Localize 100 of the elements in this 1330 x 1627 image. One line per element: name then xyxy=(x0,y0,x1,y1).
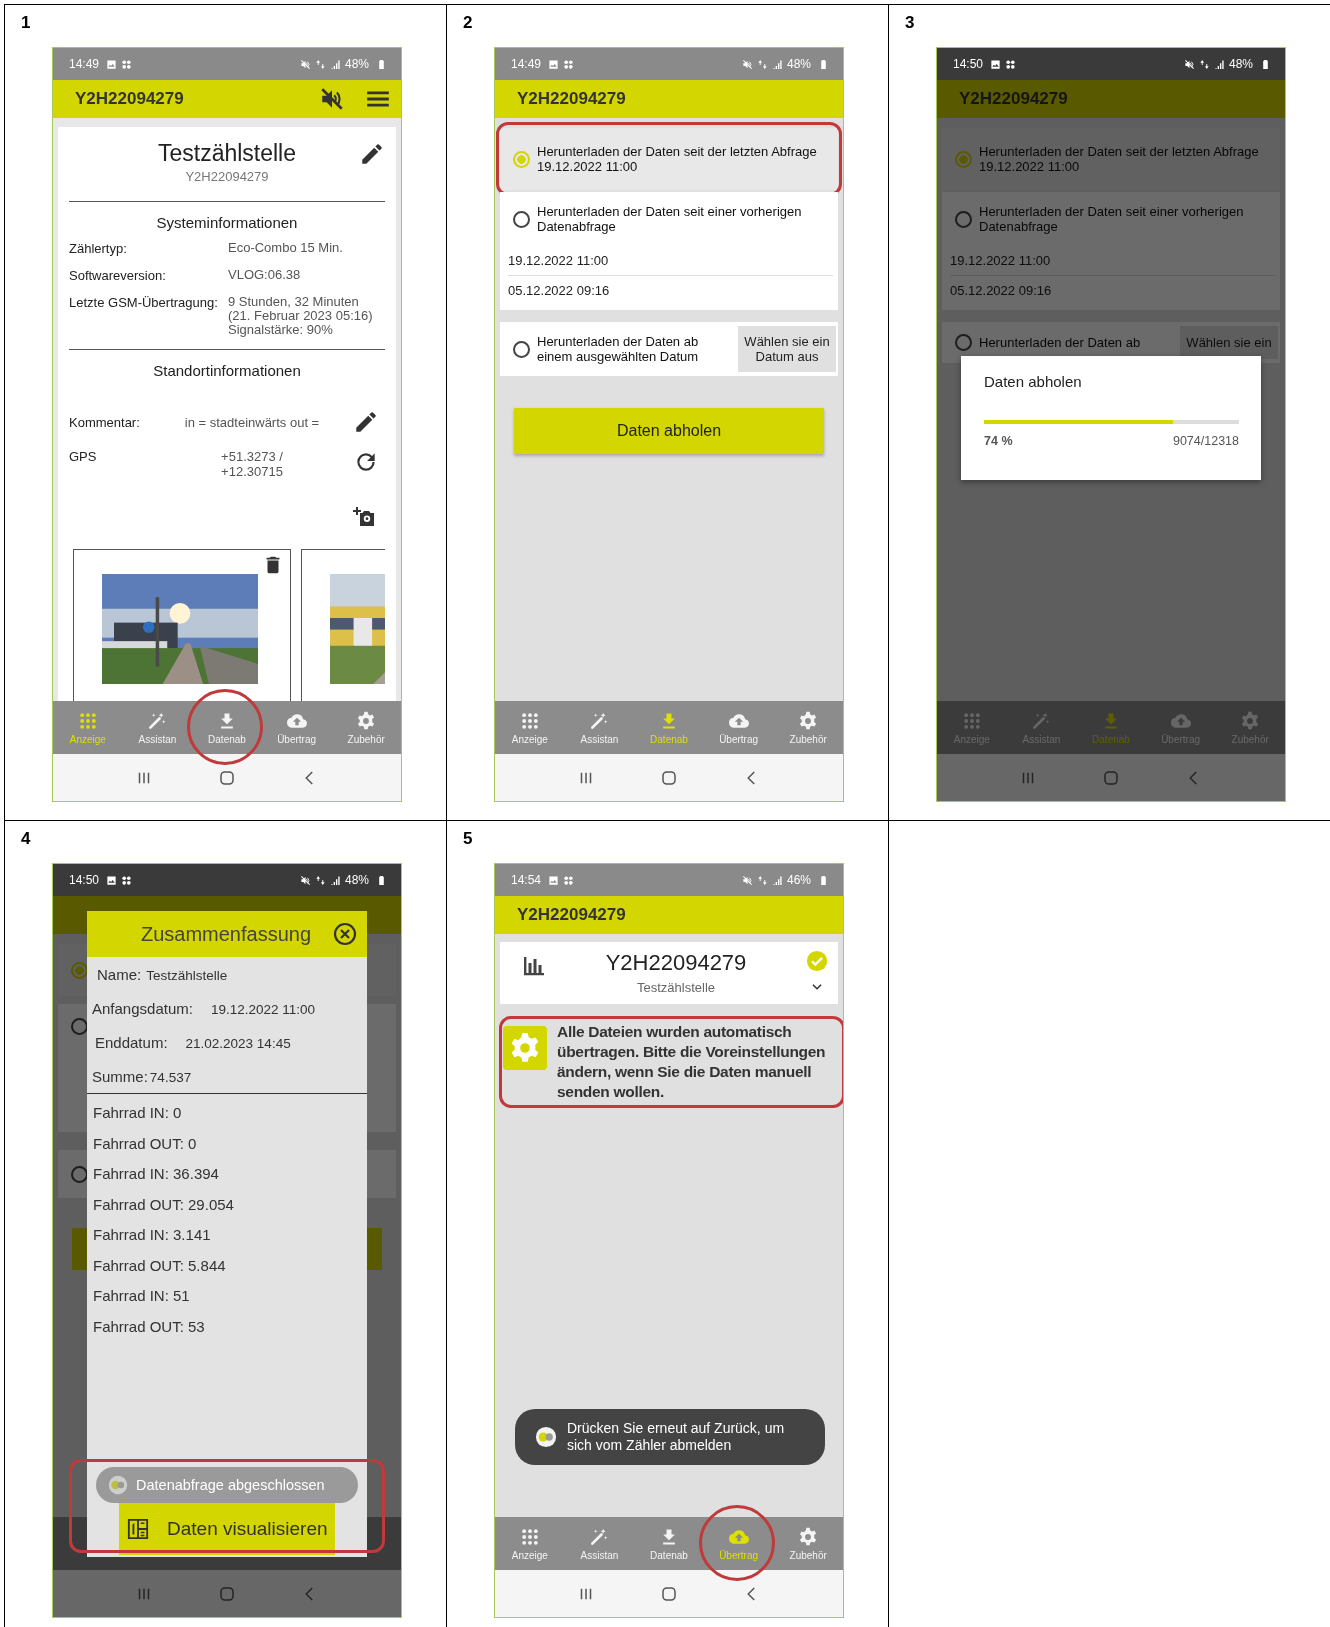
field-value: 19.12.2022 11:00 xyxy=(210,1002,315,1017)
nav-tab[interactable]: Zubehör xyxy=(331,701,401,754)
app-logo-icon xyxy=(108,1475,128,1495)
gear-icon xyxy=(503,1026,547,1070)
nav-tab[interactable]: Zubehör xyxy=(773,701,843,754)
mute-icon xyxy=(299,58,311,70)
battery-percent: 48% xyxy=(786,57,811,71)
option-label: Herunterladen der Daten seit der letzten Abfrage xyxy=(979,144,1260,159)
battery-icon xyxy=(376,58,387,70)
date-list-item[interactable]: 05.12.2022 09:16 xyxy=(950,276,1275,310)
nav-tab[interactable]: Übertrag xyxy=(703,1517,774,1570)
visualize-data-button[interactable]: Daten visualisieren xyxy=(119,1503,335,1555)
date-picker-button[interactable]: Wählen sie ein Datum aus xyxy=(738,326,836,372)
mute-icon xyxy=(741,58,753,70)
home-icon[interactable] xyxy=(218,1584,236,1603)
dialog-title: Zusammenfassung xyxy=(140,922,311,946)
magic-wand-icon xyxy=(1031,710,1052,731)
info-value: Eco-Combo 15 Min. xyxy=(228,241,344,256)
option-date: 19.12.2022 11:00 xyxy=(537,159,639,174)
app-title: Y2H22094279 xyxy=(959,89,1068,109)
gps-value: +51.3273 / +12.30715 xyxy=(221,449,283,479)
nav-tab[interactable]: Datenab xyxy=(1076,701,1146,754)
section-title: Standortinformationen xyxy=(152,362,302,379)
count-item: Fahrrad OUT: 29.054 xyxy=(93,1194,235,1215)
nav-tab[interactable]: Datenab xyxy=(634,1517,704,1570)
number-grid-icon xyxy=(127,1518,149,1540)
home-icon[interactable] xyxy=(218,768,236,787)
nav-tab[interactable]: Datenab xyxy=(634,701,704,754)
nav-tab[interactable]: Zubehör xyxy=(773,1517,843,1570)
mute-icon[interactable] xyxy=(319,86,345,112)
nav-tab[interactable]: Datenab xyxy=(192,701,262,754)
battery-percent: 46% xyxy=(786,873,811,887)
info-value: VLOG:06.38 xyxy=(228,268,302,283)
device-id: Y2H22094279 xyxy=(184,169,270,184)
status-time: 14:49 xyxy=(511,57,542,71)
mute-icon xyxy=(299,874,311,886)
dialog-title: Daten abholen xyxy=(984,373,1083,390)
home-icon[interactable] xyxy=(660,1584,678,1603)
option-label: Herunterladen der Daten ab einem ausgewählten Datum xyxy=(537,334,700,364)
app-dots-icon xyxy=(563,874,575,886)
option-label: Herunterladen der Daten seit der letzten Abfrage xyxy=(537,144,818,159)
radio-button[interactable] xyxy=(955,210,972,228)
field-value: 21.02.2023 14:45 xyxy=(185,1036,291,1051)
status-time: 14:50 xyxy=(69,873,100,887)
device-title: Testzählstelle xyxy=(156,139,298,167)
nav-tab[interactable]: Assistan xyxy=(564,701,635,754)
mute-icon xyxy=(1183,58,1195,70)
count-item: Fahrrad IN: 3.141 xyxy=(93,1225,212,1245)
toast-message: Datenabfrage abgeschlossen xyxy=(136,1477,325,1493)
battery-icon xyxy=(818,58,829,70)
dot-grid-icon xyxy=(519,1526,540,1547)
section-title: Systeminformationen xyxy=(155,214,299,231)
comment-text: in = stadteinwärts out = xyxy=(184,414,320,430)
nav-tab[interactable]: Übertrag xyxy=(261,701,332,754)
nav-tab[interactable]: Übertrag xyxy=(703,701,774,754)
option-label: Herunterladen der Daten seit einer vorherigen Datenabfrage xyxy=(537,204,803,234)
mobile-data-icon xyxy=(756,58,768,70)
nav-tab[interactable]: Anzeige xyxy=(495,1517,565,1570)
count-item: Fahrrad IN: 0 xyxy=(93,1103,183,1123)
app-dots-icon xyxy=(563,58,575,70)
date-list-item[interactable]: 05.12.2022 09:16 xyxy=(508,276,833,310)
radio-button[interactable] xyxy=(513,340,530,358)
dot-grid-icon xyxy=(961,710,982,731)
nav-tab[interactable]: Anzeige xyxy=(495,701,565,754)
home-icon[interactable] xyxy=(1102,768,1120,787)
magic-wand-icon xyxy=(589,1526,610,1547)
fetch-data-button[interactable]: Daten abholen xyxy=(514,408,824,454)
date-picker-button[interactable]: Wählen sie ein xyxy=(1180,326,1278,359)
add-photo-icon[interactable] xyxy=(353,505,377,529)
count-item: Fahrrad OUT: 53 xyxy=(93,1316,206,1337)
field-label: Name: xyxy=(97,966,142,983)
info-message: Alle Dateien wurden automatisch übertragen. Bitte die Voreinstellungen ändern, wenn Sie die Daten manuell senden wollen. xyxy=(557,1022,827,1102)
field-label: Anfangsdatum: xyxy=(92,1000,193,1017)
signal-icon xyxy=(771,58,783,70)
close-icon[interactable] xyxy=(333,922,357,946)
home-icon[interactable] xyxy=(660,768,678,787)
app-title: Y2H22094279 xyxy=(517,905,626,925)
status-time: 14:50 xyxy=(953,57,984,71)
count-item: Fahrrad IN: 36.394 xyxy=(93,1164,220,1184)
field-label: Summe: xyxy=(92,1068,148,1085)
date-list-item[interactable]: 19.12.2022 11:00 xyxy=(950,246,1275,276)
radio-button[interactable] xyxy=(955,334,972,351)
nav-tab[interactable]: Assistan xyxy=(564,1517,635,1570)
bar-chart-icon[interactable] xyxy=(522,954,546,978)
info-value: 9 Stunden, 32 Minuten (21. Februar 2023 05:16) Signalstärke: 90% xyxy=(228,295,374,337)
field-label: Enddatum: xyxy=(95,1034,168,1051)
battery-percent: 48% xyxy=(344,873,369,887)
radio-button[interactable] xyxy=(513,210,530,228)
edit-icon[interactable] xyxy=(353,409,379,435)
info-label: Softwareversion: xyxy=(69,268,167,283)
option-label: Herunterladen der Daten ab xyxy=(979,335,1142,350)
app-dots-icon xyxy=(121,874,133,886)
date-list-item[interactable]: 19.12.2022 11:00 xyxy=(508,246,833,276)
nav-tab[interactable]: Assistan xyxy=(122,701,193,754)
status-time: 14:54 xyxy=(511,873,542,887)
edit-icon[interactable] xyxy=(359,141,385,167)
device-name: Testzählstelle xyxy=(635,980,716,995)
battery-percent: 48% xyxy=(1228,57,1253,71)
nav-tab[interactable]: Anzeige xyxy=(53,701,123,754)
field-value: Testzählstelle xyxy=(146,968,228,983)
